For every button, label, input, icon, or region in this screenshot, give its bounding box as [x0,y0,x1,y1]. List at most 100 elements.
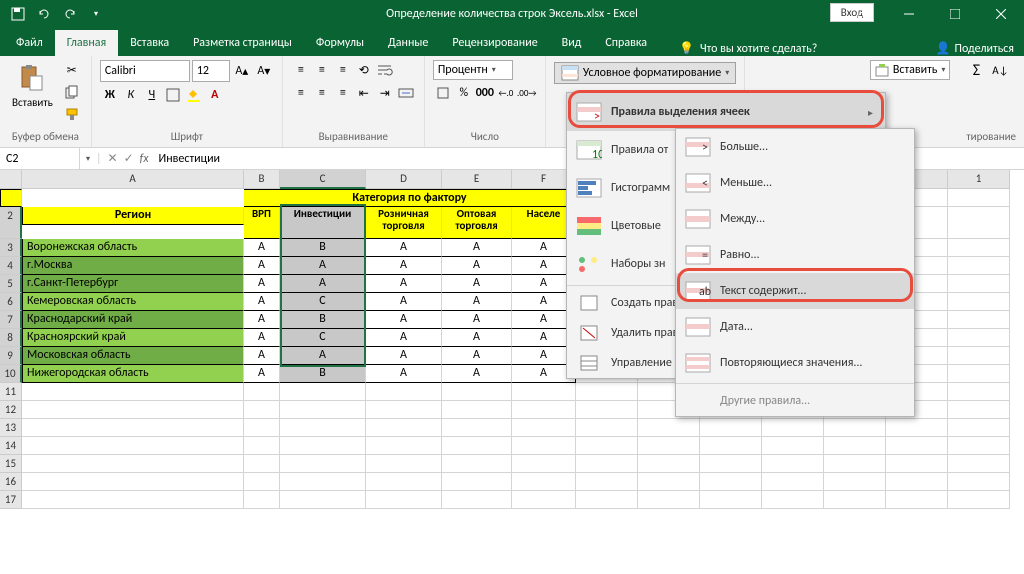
cell[interactable] [576,491,638,509]
cell[interactable] [244,473,280,491]
cell[interactable] [442,401,512,419]
align-left-icon[interactable]: ≡ [291,83,311,103]
cell[interactable] [280,455,366,473]
menu-highlight-rules[interactable]: > Правила выделения ячеек ▸ [567,93,885,131]
align-bottom-icon[interactable]: ≡ [333,60,353,80]
cell[interactable] [22,419,244,437]
cell[interactable] [948,207,1010,239]
cell[interactable] [948,293,1010,311]
cell[interactable]: A [280,275,366,293]
cell[interactable] [244,437,280,455]
rule-duplicate[interactable]: Повторяющиеся значения... [676,345,914,381]
cell[interactable]: A [442,329,512,347]
increase-font-icon[interactable]: A▴ [232,61,252,81]
cell[interactable]: Регион [22,207,244,225]
cell[interactable]: A [244,365,280,383]
comma-icon[interactable]: 000 [475,83,495,103]
cell[interactable] [512,437,576,455]
cell[interactable]: A [366,257,442,275]
cell[interactable]: Кемеровская область [22,293,244,311]
cell[interactable]: A [366,347,442,365]
cell[interactable] [512,401,576,419]
cell[interactable] [366,437,442,455]
cell[interactable] [366,419,442,437]
cell[interactable]: A [442,239,512,257]
cell[interactable] [576,401,638,419]
cell[interactable] [0,189,22,207]
cell[interactable]: A [244,293,280,311]
cell[interactable]: B [280,365,366,383]
cell[interactable] [442,383,512,401]
orientation-icon[interactable]: ⟲ [354,60,374,80]
font-color-icon[interactable]: A [205,85,225,105]
cell[interactable] [442,455,512,473]
cell[interactable] [576,437,638,455]
cell[interactable] [824,419,886,437]
cancel-icon[interactable]: ✕ [108,151,118,166]
cell[interactable] [22,473,244,491]
cell[interactable]: A [244,275,280,293]
dropdown-icon[interactable]: ▾ [86,154,90,164]
name-box[interactable] [0,148,80,169]
cell[interactable] [948,189,1010,207]
italic-button[interactable]: К [121,85,141,105]
confirm-icon[interactable]: ✓ [124,151,134,166]
cell[interactable] [948,329,1010,347]
cell[interactable] [576,473,638,491]
cell[interactable]: 8 [0,329,22,347]
currency-icon[interactable] [433,83,453,103]
cell[interactable] [824,437,886,455]
font-name-combo[interactable] [100,60,190,82]
cell[interactable] [700,473,762,491]
tell-me-search[interactable]: 💡 Что вы хотите сделать? [679,41,817,56]
cell[interactable] [886,491,948,509]
cell[interactable]: A [442,275,512,293]
column-header[interactable]: A [22,170,244,189]
share-button[interactable]: 👤 Поделиться [936,41,1014,56]
cell[interactable] [442,473,512,491]
cell[interactable] [638,437,700,455]
cell[interactable] [638,419,700,437]
cell[interactable]: A [442,311,512,329]
cell[interactable] [366,491,442,509]
cell[interactable]: Розничная торговля [366,207,442,239]
cell[interactable] [948,257,1010,275]
autosum-icon[interactable]: Σ [966,60,986,80]
cell[interactable] [0,170,22,189]
cell[interactable]: B [280,239,366,257]
underline-button[interactable]: Ч [142,85,162,105]
cell[interactable]: 13 [0,419,22,437]
cell[interactable] [244,383,280,401]
cell[interactable]: 1 [948,170,1010,189]
cell[interactable] [700,419,762,437]
align-top-icon[interactable]: ≡ [291,60,311,80]
cell[interactable] [512,491,576,509]
merge-cells-icon[interactable] [396,83,416,103]
cell[interactable] [366,383,442,401]
cell[interactable]: 17 [0,491,22,509]
cell[interactable]: Краснодарский край [22,311,244,329]
qat-dropdown-icon[interactable]: ▾ [84,2,108,26]
rule-equal[interactable]: =Равно... [676,237,914,273]
cell[interactable]: A [442,257,512,275]
rule-date[interactable]: Дата... [676,309,914,345]
cell[interactable]: A [366,329,442,347]
cell[interactable] [366,455,442,473]
cell[interactable] [948,473,1010,491]
cell[interactable]: A [244,311,280,329]
cell[interactable] [948,455,1010,473]
cell[interactable]: A [366,239,442,257]
cell[interactable]: 4 [0,257,22,275]
cell[interactable] [512,473,576,491]
cell[interactable]: Московская область [22,347,244,365]
rule-greater[interactable]: >Больше... [676,129,914,165]
font-size-combo[interactable] [192,60,230,82]
rule-less[interactable]: <Меньше... [676,165,914,201]
cell[interactable] [576,419,638,437]
cell[interactable] [512,383,576,401]
cell[interactable]: A [442,347,512,365]
cell[interactable]: 3 [0,239,22,257]
fx-icon[interactable]: fx [140,152,149,166]
cell[interactable]: Оптовая торговля [442,207,512,239]
cell[interactable] [512,419,576,437]
